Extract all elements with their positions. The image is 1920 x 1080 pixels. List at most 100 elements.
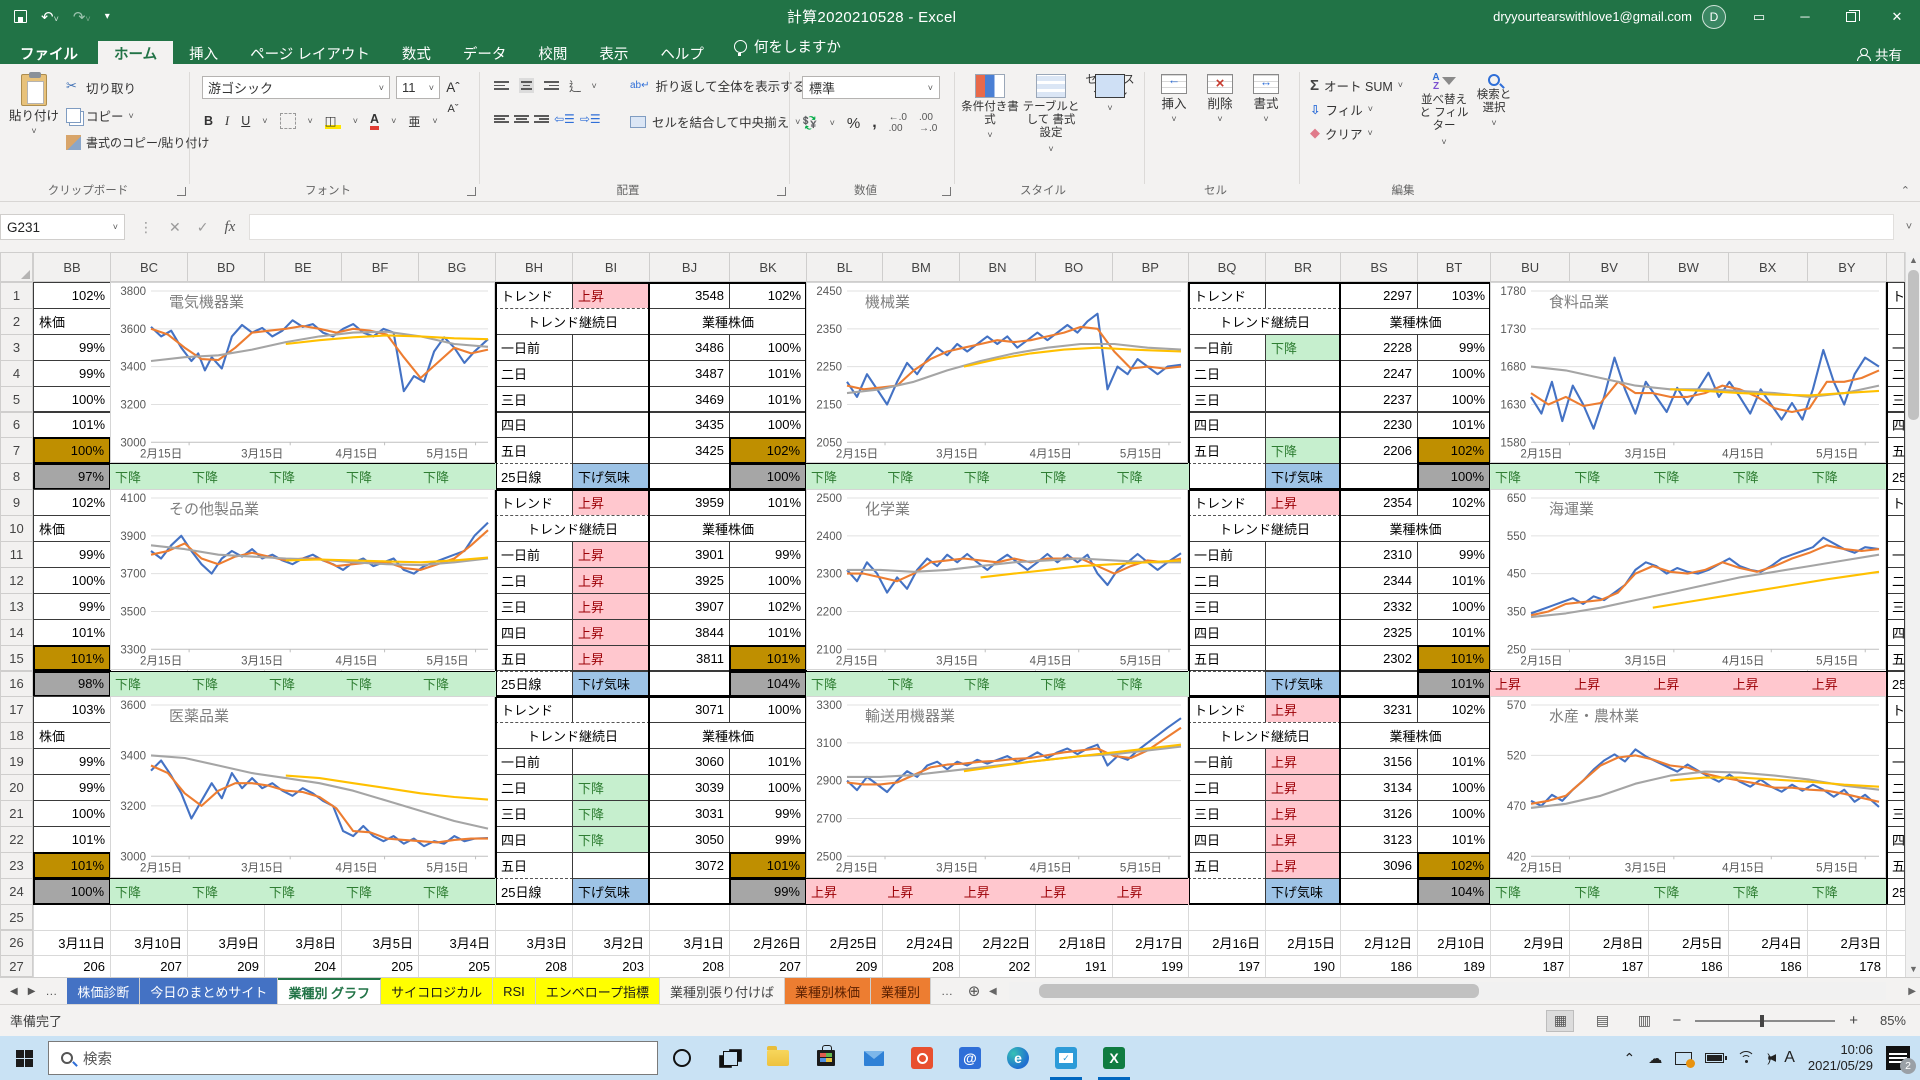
day-price[interactable]: 2310 <box>1340 541 1418 568</box>
tell-me-search[interactable]: 何をしますか <box>720 30 855 64</box>
ma25-pct[interactable]: 100% <box>1417 463 1491 490</box>
date-cell[interactable]: 2月25日 <box>806 930 882 956</box>
cortana-icon[interactable] <box>658 1036 706 1080</box>
zoom-slider-thumb[interactable] <box>1760 1015 1764 1027</box>
band-down-cell[interactable]: 下降 <box>110 463 188 490</box>
number-format-select[interactable]: 標準˅ <box>802 76 940 99</box>
day-pct[interactable]: 100% <box>729 774 807 801</box>
format-cells-button[interactable]: 書式 ˅ <box>1245 74 1287 125</box>
column-header-BF[interactable]: BF <box>341 252 419 282</box>
day-pct[interactable]: 99% <box>729 800 807 827</box>
day-pct[interactable]: 99% <box>1417 334 1491 361</box>
ma25-pct[interactable]: 99% <box>729 878 807 905</box>
date-cell[interactable]: 2月4日 <box>1728 930 1807 956</box>
trend-value[interactable]: 上昇 <box>572 282 650 309</box>
band-up-cell[interactable]: 上昇 <box>1035 878 1112 905</box>
day-label[interactable]: 二日 <box>495 774 573 801</box>
row-header-24[interactable]: 24 <box>0 878 33 905</box>
scroll-up-icon[interactable]: ▲ <box>1906 252 1920 268</box>
trend-top-price[interactable]: 3071 <box>649 696 730 723</box>
bb-cell-row4[interactable]: 99% <box>33 360 111 387</box>
formula-input[interactable] <box>249 214 1894 240</box>
column-header-BI[interactable]: BI <box>572 252 650 282</box>
row-header-9[interactable]: 9 <box>0 489 33 516</box>
insert-cells-button[interactable]: 挿入 ˅ <box>1153 74 1195 125</box>
volume-icon[interactable]: ) <box>1768 1051 1771 1065</box>
bb-cell-row6[interactable]: 101% <box>33 412 111 439</box>
band-down-cell[interactable]: 下降 <box>1490 463 1570 490</box>
copy-button[interactable]: コピー ˅ <box>66 106 134 125</box>
band-down-cell[interactable]: 下降 <box>110 671 188 698</box>
sheet-tab-6[interactable]: 業種別張り付けば <box>660 978 785 1004</box>
day-price[interactable]: 3096 <box>1340 852 1418 879</box>
ma25-pct[interactable]: 104% <box>729 671 807 698</box>
borders-icon[interactable] <box>280 113 296 129</box>
day-value[interactable] <box>1265 619 1341 646</box>
day-pct[interactable]: 101% <box>729 748 807 775</box>
cell-styles-button[interactable]: セルの スタイル ˅ <box>1083 74 1137 114</box>
day-value[interactable] <box>572 386 650 413</box>
minimize-button[interactable]: ─ <box>1782 0 1828 33</box>
day-value[interactable] <box>572 334 650 361</box>
onedrive-cloud-icon[interactable]: ☁ <box>1648 1050 1662 1067</box>
day-label[interactable]: 四日 <box>495 826 573 853</box>
hscroll-left-icon[interactable]: ◀ <box>985 978 1001 1004</box>
band-down-cell[interactable]: 下降 <box>1569 463 1649 490</box>
date-cell[interactable]: 3月2日 <box>572 930 649 956</box>
row-header-19[interactable]: 19 <box>0 748 33 775</box>
day-label[interactable]: 五日 <box>495 645 573 672</box>
ma25-value[interactable]: 下げ気味 <box>572 463 650 490</box>
orange-app-icon[interactable] <box>898 1036 946 1080</box>
band-down-cell[interactable]: 下降 <box>1807 463 1887 490</box>
band-up-cell[interactable]: 上昇 <box>1569 671 1649 698</box>
vertical-scrollbar[interactable]: ▲ ▼ <box>1905 252 1920 977</box>
trend-top-price[interactable]: 3548 <box>649 282 730 309</box>
date-cell[interactable]: 3月8日 <box>264 930 341 956</box>
ma25-value[interactable]: 下げ気味 <box>572 671 650 698</box>
format-as-table-button[interactable]: テーブルとして 書式設定 ˅ <box>1021 74 1081 154</box>
row-header-12[interactable]: 12 <box>0 567 33 594</box>
trend-top-pct[interactable]: 102% <box>1417 696 1491 723</box>
insert-function-icon[interactable]: fx <box>224 219 235 236</box>
day-label[interactable]: 五日 <box>495 852 573 879</box>
column-header-clipped[interactable] <box>1886 252 1905 282</box>
band-down-cell[interactable]: 下降 <box>1035 671 1112 698</box>
day-label[interactable]: 一日前 <box>1188 748 1266 775</box>
bb-cell-row23[interactable]: 101% <box>33 852 111 879</box>
tablet-mode-icon[interactable] <box>1675 1052 1692 1065</box>
redo-icon[interactable]: ↷˅ <box>73 8 91 26</box>
day-label[interactable]: 二日 <box>1188 360 1266 387</box>
formula-bar-expand-icon[interactable]: ˅ <box>1898 221 1920 233</box>
band-down-cell[interactable]: 下降 <box>806 671 883 698</box>
band-down-cell[interactable]: 下降 <box>264 463 342 490</box>
fill-color-icon[interactable]: ◫ <box>325 113 341 129</box>
sheet-nav-left-icon[interactable]: ◀ <box>10 986 18 997</box>
date-cell[interactable]: 3月5日 <box>341 930 418 956</box>
edge-icon[interactable]: e <box>994 1036 1042 1080</box>
column-header-BS[interactable]: BS <box>1340 252 1418 282</box>
worksheet-grid[interactable]: BBBCBDBEBFBGBHBIBJBKBLBMBNBOBPBQBRBSBTBU… <box>0 252 1920 977</box>
bb-cell-row15[interactable]: 101% <box>33 645 111 672</box>
bb-cell-row3[interactable]: 99% <box>33 334 111 361</box>
column-header-BW[interactable]: BW <box>1648 252 1728 282</box>
day-label[interactable]: 二日 <box>495 360 573 387</box>
day-price[interactable]: 3435 <box>649 412 730 439</box>
band-down-cell[interactable]: 下降 <box>341 463 419 490</box>
font-name-select[interactable]: 游ゴシック˅ <box>202 76 390 99</box>
zoom-level[interactable]: 85% <box>1872 1013 1906 1028</box>
column-header-BU[interactable]: BU <box>1490 252 1570 282</box>
trend-top-price[interactable]: 3231 <box>1340 696 1418 723</box>
number-cell[interactable]: 209 <box>187 955 264 977</box>
format-painter-button[interactable]: 書式のコピー/貼り付け <box>66 134 209 151</box>
bold-button[interactable]: B <box>204 114 213 128</box>
band-down-cell[interactable]: 下降 <box>1112 671 1189 698</box>
band-down-cell[interactable]: 下降 <box>806 463 883 490</box>
row-header-27[interactable]: 27 <box>0 955 33 977</box>
day-label[interactable]: 五日 <box>495 437 573 464</box>
trend-value[interactable]: 上昇 <box>1265 696 1341 723</box>
font-color-icon[interactable]: A <box>370 112 379 130</box>
row-header-25[interactable]: 25 <box>0 904 33 931</box>
date-cell[interactable]: 2月22日 <box>959 930 1035 956</box>
row-header-1[interactable]: 1 <box>0 282 33 309</box>
sheet-tab-2[interactable]: 業種別 グラフ <box>278 978 381 1004</box>
